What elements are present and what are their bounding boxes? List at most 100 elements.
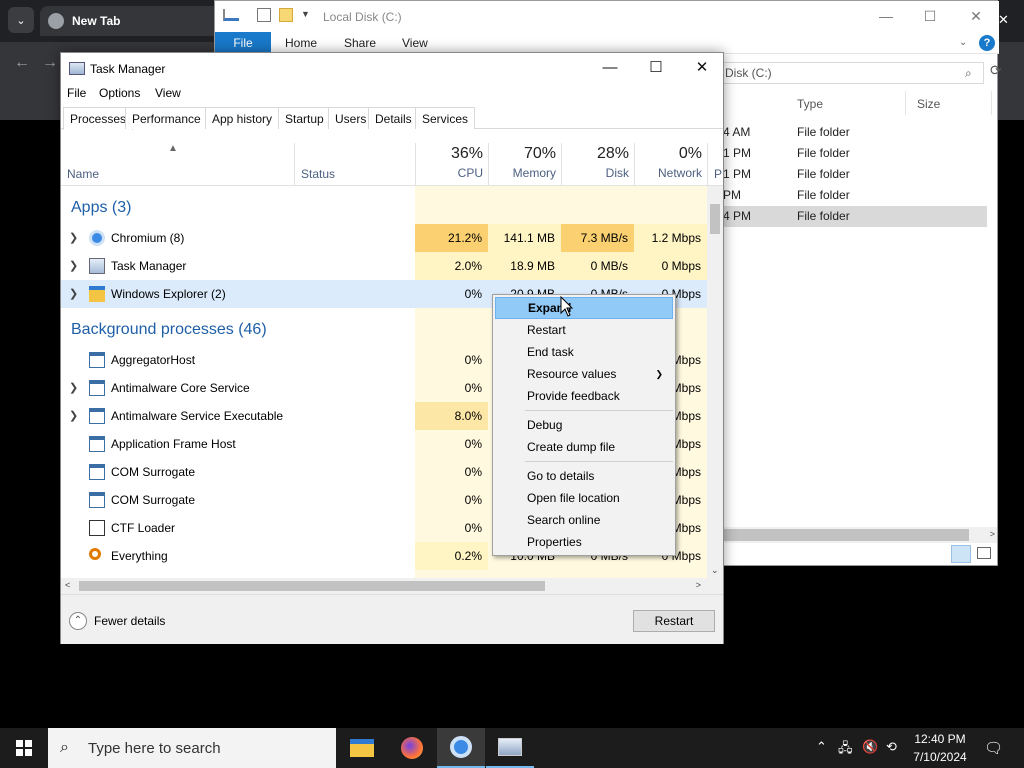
qat-dropdown-icon[interactable]: ▼ — [301, 9, 310, 19]
clock-time[interactable]: 12:40 PM — [910, 732, 970, 746]
ctx-provide-feedback[interactable]: Provide feedback — [495, 385, 673, 407]
menu-options[interactable]: Options — [99, 86, 140, 100]
taskbar-task-manager[interactable] — [486, 728, 534, 768]
ctx-open-file-location[interactable]: Open file location — [495, 487, 673, 509]
file-row[interactable]: 1 PM File folder — [709, 143, 987, 164]
ctx-go-to-details[interactable]: Go to details — [495, 465, 673, 487]
file-row[interactable]: PM File folder — [709, 185, 987, 206]
file-row-selected[interactable]: 4 PM File folder — [709, 206, 987, 227]
chevron-right-icon[interactable]: ❯ — [69, 409, 78, 422]
clock-date[interactable]: 7/10/2024 — [906, 750, 974, 764]
ribbon-file-tab[interactable]: File — [215, 32, 271, 54]
name-column-header[interactable]: Name — [67, 167, 99, 181]
size-column-header[interactable]: Size — [917, 97, 940, 111]
everything-icon — [89, 548, 101, 560]
close-icon[interactable]: ✕ — [679, 53, 725, 83]
maximize-icon[interactable]: ☐ — [633, 53, 679, 83]
cpu-column-header[interactable]: 36% CPU — [415, 143, 488, 186]
tab-strip: Processes Performance App history Startu… — [61, 107, 723, 130]
chevron-right-icon[interactable]: ❯ — [69, 259, 78, 272]
search-icon: ⌕ — [60, 739, 69, 756]
ribbon-home-tab[interactable]: Home — [273, 32, 329, 54]
taskbar-chromium[interactable] — [437, 728, 485, 768]
ctx-properties[interactable]: Properties — [495, 531, 673, 553]
chevron-right-icon[interactable]: ❯ — [69, 381, 78, 394]
task-manager-icon — [498, 738, 522, 756]
maximize-icon[interactable]: ☐ — [907, 5, 953, 27]
memory-column-header[interactable]: 70% Memory — [488, 143, 561, 186]
new-folder-qat-icon[interactable] — [279, 8, 293, 22]
ribbon-expand-icon[interactable]: ⌄ — [959, 37, 967, 48]
file-row[interactable]: 1 PM File folder — [709, 164, 987, 185]
type-column-header[interactable]: Type — [797, 97, 823, 111]
tab-search-button[interactable]: ⌄ — [8, 7, 34, 33]
close-icon[interactable]: ✕ — [953, 5, 999, 27]
chevron-right-icon[interactable]: ❯ — [69, 231, 78, 244]
mouse-cursor-icon — [560, 296, 574, 317]
chevron-right-icon[interactable]: ❯ — [69, 287, 78, 300]
chrome-tab[interactable]: New Tab — [40, 6, 220, 36]
taskbar-file-explorer[interactable] — [338, 728, 386, 768]
notification-icon[interactable]: 🗨 — [984, 739, 1003, 757]
submenu-arrow-icon: ❯ — [655, 369, 663, 379]
process-list-hscrollbar[interactable]: < > — [61, 578, 723, 594]
tab-details[interactable]: Details — [368, 107, 419, 129]
ctx-expand[interactable]: Expand — [495, 297, 673, 319]
explorer-ribbon: File Home Share View ⌄ ? — [215, 32, 999, 54]
explorer-hscrollbar[interactable]: > — [709, 527, 997, 543]
ribbon-view-tab[interactable]: View — [390, 32, 440, 54]
chevron-up-icon[interactable]: ⌃ — [69, 612, 87, 630]
ctx-restart[interactable]: Restart — [495, 319, 673, 341]
restart-button[interactable]: Restart — [633, 610, 715, 632]
ctx-resource-values[interactable]: Resource values ❯ — [495, 363, 673, 385]
fewer-details-link[interactable]: Fewer details — [94, 614, 165, 628]
network-icon[interactable]: 🖧 — [838, 739, 853, 761]
ctx-create-dump-file[interactable]: Create dump file — [495, 436, 673, 458]
chromium-icon — [450, 736, 472, 758]
process-row[interactable]: ❯ Chromium (8) 21.2% 141.1 MB 7.3 MB/s 1… — [61, 224, 707, 252]
chrome-close-icon[interactable]: ✕ — [998, 12, 1009, 28]
taskbar-search-box[interactable]: ⌕ Type here to search — [48, 728, 336, 768]
refresh-icon[interactable]: ⟳ — [990, 62, 1002, 79]
tab-performance[interactable]: Performance — [125, 107, 208, 129]
tab-app-history[interactable]: App history — [205, 107, 280, 129]
process-list-vscrollbar[interactable]: ⌄ — [707, 186, 723, 578]
ribbon-share-tab[interactable]: Share — [332, 32, 388, 54]
minimize-icon[interactable]: — — [863, 5, 909, 27]
sort-arrow-icon: ▲ — [168, 143, 178, 154]
minimize-icon[interactable]: — — [587, 53, 633, 83]
explorer-search-box[interactable]: Disk (C:) — [720, 62, 984, 84]
status-column-header[interactable]: Status — [301, 167, 335, 181]
ctx-search-online[interactable]: Search online — [495, 509, 673, 531]
tab-users[interactable]: Users — [328, 107, 374, 129]
start-button[interactable] — [0, 728, 48, 768]
menu-view[interactable]: View — [155, 86, 181, 100]
process-row[interactable]: ❯ Task Manager 2.0% 18.9 MB 0 MB/s 0 Mbp… — [61, 252, 707, 280]
menu-separator — [525, 410, 673, 411]
network-column-header[interactable]: 0% Network — [634, 143, 707, 186]
taskbar-firefox[interactable] — [388, 728, 436, 768]
properties-qat-icon[interactable] — [257, 8, 271, 22]
volume-muted-icon[interactable]: 🔇 — [862, 739, 878, 755]
ctx-debug[interactable]: Debug — [495, 414, 673, 436]
group-header-apps: Apps (3) — [71, 199, 132, 216]
power-column-header[interactable]: P — [707, 143, 723, 186]
explorer-title: Local Disk (C:) — [323, 10, 402, 24]
disk-column-header[interactable]: 28% Disk — [561, 143, 634, 186]
details-view-icon[interactable] — [951, 545, 971, 563]
chevron-up-icon[interactable]: ⌃ — [816, 739, 827, 755]
file-row[interactable]: 4 AM File folder — [709, 122, 987, 143]
tab-startup[interactable]: Startup — [278, 107, 331, 129]
help-icon[interactable]: ? — [979, 35, 995, 51]
task-manager-footer: ⌃ Fewer details Restart — [61, 594, 723, 644]
ctx-end-task[interactable]: End task — [495, 341, 673, 363]
back-arrow-icon[interactable]: ← — [14, 54, 30, 72]
forward-arrow-icon[interactable]: → — [42, 54, 58, 72]
tab-services[interactable]: Services — [415, 107, 476, 129]
service-icon — [89, 352, 105, 368]
task-manager-titlebar[interactable]: Task Manager — ☐ ✕ — [61, 53, 723, 83]
tab-processes[interactable]: Processes — [63, 107, 134, 130]
sync-icon[interactable]: ⟲ — [886, 739, 897, 755]
menu-file[interactable]: File — [67, 86, 86, 100]
large-icons-view-icon[interactable] — [977, 547, 991, 559]
